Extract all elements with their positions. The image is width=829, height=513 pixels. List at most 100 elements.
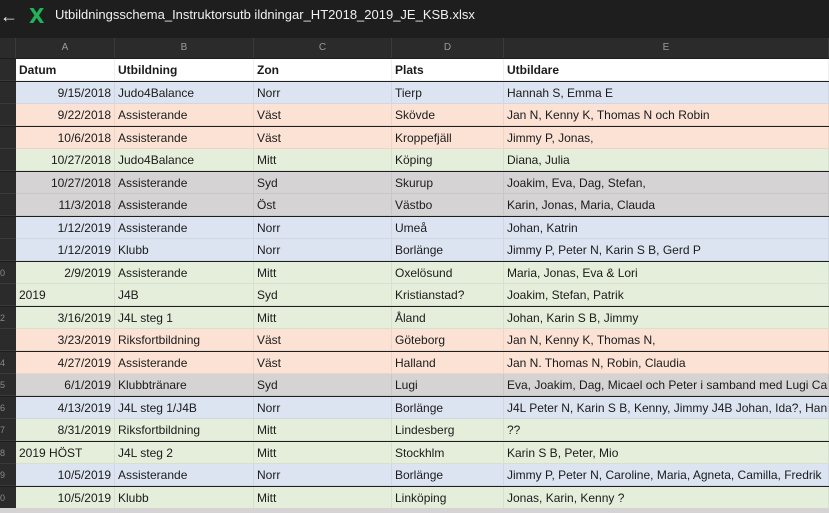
back-arrow-icon[interactable]: ← [0,4,18,28]
cell-datum[interactable]: 9/22/2018 [16,104,115,126]
cell-utbildning[interactable]: Riksfortbildning [115,329,254,351]
cell-utbildare[interactable]: Joakim, Stefan, Patrik [504,284,829,306]
cell-zon[interactable]: Norr [254,81,392,104]
cell-plats[interactable]: Halland [392,351,504,374]
cell-zon[interactable]: Mitt [254,441,392,464]
cell-plats[interactable]: Åland [392,306,504,329]
row-number[interactable]: 4 [0,351,16,374]
cell-zon[interactable]: Norr [254,239,392,261]
row-number[interactable]: 8 [0,441,16,464]
row-number[interactable] [0,104,16,126]
cell-plats[interactable]: Borlänge [392,396,504,419]
column-header-d[interactable]: D [392,38,504,58]
cell-zon[interactable]: Norr [254,464,392,486]
cell-zon[interactable]: Mitt [254,419,392,441]
cell-utbildare[interactable]: ?? [504,419,829,441]
row-number[interactable]: 5 [0,374,16,396]
column-header-e[interactable]: E [504,38,829,58]
cell-utbildning[interactable]: Assisterande [115,216,254,239]
row-number[interactable]: 2 [0,306,16,329]
cell-datum[interactable]: 2/9/2019 [16,261,115,284]
cell-datum[interactable]: 4/13/2019 [16,396,115,419]
cell-datum[interactable]: 1/12/2019 [16,239,115,261]
cell-plats[interactable]: Skurup [392,171,504,194]
header-cell-utbildning[interactable]: Utbildning [115,59,254,81]
cell-utbildning[interactable]: Assisterande [115,126,254,149]
cell-plats[interactable]: Borlänge [392,464,504,486]
cell-zon[interactable]: Väst [254,329,392,351]
cell-zon[interactable]: Norr [254,216,392,239]
cell-utbildning[interactable]: J4L steg 2 [115,441,254,464]
cell-datum[interactable]: 10/27/2018 [16,149,115,171]
cell-datum[interactable]: 9/15/2018 [16,81,115,104]
cell-utbildare[interactable]: Jimmy P, Jonas, [504,126,829,149]
cell-zon[interactable]: Mitt [254,261,392,284]
row-number[interactable] [0,284,16,306]
row-number[interactable]: 9 [0,464,16,486]
cell-plats[interactable]: Västbo [392,194,504,216]
cell-utbildning[interactable]: J4B [115,284,254,306]
cell-datum[interactable]: 10/5/2019 [16,464,115,486]
cell-utbildare[interactable]: Jimmy P, Peter N, Karin S B, Gerd P [504,239,829,261]
cell-zon[interactable]: Väst [254,126,392,149]
cell-zon[interactable]: Norr [254,396,392,419]
cell-datum[interactable]: 1/12/2019 [16,216,115,239]
cell-plats[interactable]: Linköping [392,486,504,509]
cell-utbildning[interactable]: Assisterande [115,194,254,216]
cell-zon[interactable]: Mitt [254,486,392,509]
row-number[interactable] [0,126,16,149]
cell-plats[interactable]: Umeå [392,216,504,239]
cell-zon[interactable]: Öst [254,194,392,216]
cell-plats[interactable]: Stockhlm [392,441,504,464]
row-number[interactable]: 7 [0,419,16,441]
row-number[interactable] [0,216,16,239]
cell-utbildare[interactable]: Karin, Jonas, Maria, Clauda [504,194,829,216]
cell-utbildning[interactable]: Assisterande [115,464,254,486]
row-number[interactable] [0,59,16,81]
row-number[interactable]: 0 [0,486,16,509]
cell-zon[interactable]: Syd [254,171,392,194]
cell-plats[interactable]: Oxelösund [392,261,504,284]
row-number[interactable]: 6 [0,396,16,419]
cell-utbildning[interactable]: J4L steg 1 [115,306,254,329]
row-number[interactable] [0,149,16,171]
header-cell-utbildare[interactable]: Utbildare [504,59,829,81]
cell-zon[interactable]: Syd [254,284,392,306]
cell-datum[interactable]: 11/3/2018 [16,194,115,216]
cell-utbildare[interactable]: Diana, Julia [504,149,829,171]
cell-utbildning[interactable]: Klubb [115,486,254,509]
header-cell-datum[interactable]: Datum [16,59,115,81]
cell-datum[interactable]: 10/6/2018 [16,126,115,149]
cell-plats[interactable]: Borlänge [392,239,504,261]
column-header-c[interactable]: C [254,38,392,58]
cell-plats[interactable]: Kristianstad? [392,284,504,306]
cell-utbildning[interactable]: J4L steg 1/J4B [115,396,254,419]
row-number[interactable] [0,194,16,216]
row-number[interactable] [0,171,16,194]
header-cell-zon[interactable]: Zon [254,59,392,81]
cell-utbildning[interactable]: Klubbtränare [115,374,254,396]
cell-utbildning[interactable]: Assisterande [115,261,254,284]
cell-datum[interactable]: 4/27/2019 [16,351,115,374]
cell-datum[interactable]: 6/1/2019 [16,374,115,396]
cell-zon[interactable]: Mitt [254,306,392,329]
cell-utbildning[interactable]: Assisterande [115,104,254,126]
row-number[interactable] [0,239,16,261]
cell-plats[interactable]: Lugi [392,374,504,396]
cell-datum[interactable]: 2019 HÖST [16,441,115,464]
cell-utbildare[interactable]: Jan N, Kenny K, Thomas N och Robin [504,104,829,126]
cell-utbildare[interactable]: J4L Peter N, Karin S B, Kenny, Jimmy J4B… [504,396,829,419]
cell-datum[interactable]: 8/31/2019 [16,419,115,441]
cell-utbildare[interactable]: Eva, Joakim, Dag, Micael och Peter i sam… [504,374,829,396]
cell-plats[interactable]: Skövde [392,104,504,126]
cell-utbildare[interactable]: Jan N, Kenny K, Thomas N, [504,329,829,351]
cell-utbildning[interactable]: Riksfortbildning [115,419,254,441]
header-cell-plats[interactable]: Plats [392,59,504,81]
cell-utbildning[interactable]: Judo4Balance [115,149,254,171]
cell-utbildare[interactable]: Johan, Karin S B, Jimmy [504,306,829,329]
cell-utbildare[interactable]: Jimmy P, Peter N, Caroline, Maria, Agnet… [504,464,829,486]
cell-utbildare[interactable]: Johan, Katrin [504,216,829,239]
cell-utbildare[interactable]: Karin S B, Peter, Mio [504,441,829,464]
column-header-a[interactable]: A [16,38,115,58]
cell-utbildning[interactable]: Assisterande [115,351,254,374]
